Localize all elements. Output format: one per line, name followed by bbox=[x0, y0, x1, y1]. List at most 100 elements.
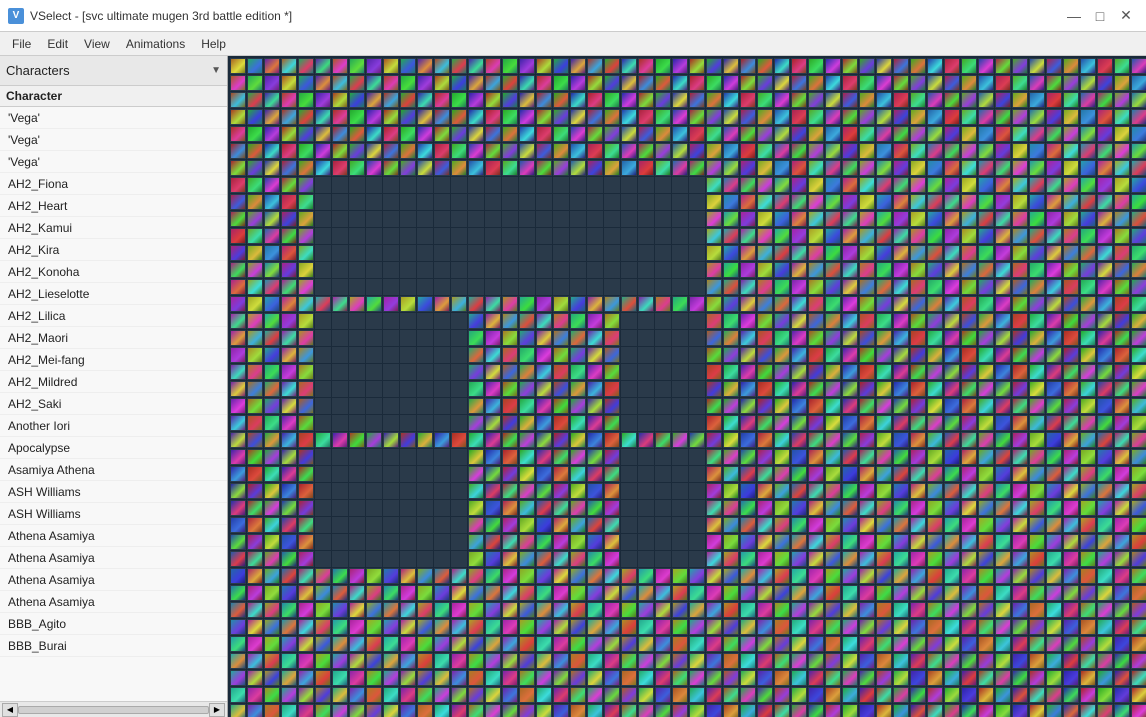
grid-cell[interactable] bbox=[638, 534, 654, 550]
grid-cell[interactable] bbox=[349, 415, 365, 431]
grid-cell[interactable] bbox=[485, 228, 501, 244]
grid-cell[interactable] bbox=[417, 432, 433, 448]
grid-cell[interactable] bbox=[638, 449, 654, 465]
grid-cell[interactable] bbox=[740, 585, 756, 601]
grid-cell[interactable] bbox=[536, 92, 552, 108]
grid-cell[interactable] bbox=[961, 364, 977, 380]
grid-cell[interactable] bbox=[1029, 636, 1045, 652]
grid-cell[interactable] bbox=[230, 517, 246, 533]
grid-cell[interactable] bbox=[349, 398, 365, 414]
grid-cell[interactable] bbox=[1063, 415, 1079, 431]
grid-cell[interactable] bbox=[383, 398, 399, 414]
grid-cell[interactable] bbox=[689, 670, 705, 686]
grid-cell[interactable] bbox=[944, 143, 960, 159]
grid-cell[interactable] bbox=[944, 58, 960, 74]
grid-cell[interactable] bbox=[366, 517, 382, 533]
grid-cell[interactable] bbox=[876, 75, 892, 91]
grid-cell[interactable] bbox=[995, 313, 1011, 329]
grid-cell[interactable] bbox=[655, 381, 671, 397]
grid-cell[interactable] bbox=[604, 687, 620, 703]
grid-cell[interactable] bbox=[502, 177, 518, 193]
grid-cell[interactable] bbox=[978, 228, 994, 244]
grid-cell[interactable] bbox=[383, 585, 399, 601]
grid-cell[interactable] bbox=[689, 364, 705, 380]
grid-cell[interactable] bbox=[621, 636, 637, 652]
grid-cell[interactable] bbox=[808, 483, 824, 499]
grid-cell[interactable] bbox=[876, 670, 892, 686]
grid-cell[interactable] bbox=[655, 313, 671, 329]
grid-cell[interactable] bbox=[349, 551, 365, 567]
grid-cell[interactable] bbox=[944, 177, 960, 193]
grid-cell[interactable] bbox=[1046, 585, 1062, 601]
grid-cell[interactable] bbox=[655, 585, 671, 601]
grid-cell[interactable] bbox=[910, 160, 926, 176]
grid-cell[interactable] bbox=[672, 466, 688, 482]
grid-cell[interactable] bbox=[791, 670, 807, 686]
grid-cell[interactable] bbox=[1131, 126, 1146, 142]
grid-cell[interactable] bbox=[468, 143, 484, 159]
grid-cell[interactable] bbox=[1114, 245, 1130, 261]
grid-cell[interactable] bbox=[927, 568, 943, 584]
grid-cell[interactable] bbox=[468, 228, 484, 244]
grid-cell[interactable] bbox=[927, 687, 943, 703]
grid-cell[interactable] bbox=[570, 194, 586, 210]
grid-cell[interactable] bbox=[281, 177, 297, 193]
grid-cell[interactable] bbox=[927, 347, 943, 363]
grid-cell[interactable] bbox=[859, 296, 875, 312]
grid-cell[interactable] bbox=[978, 432, 994, 448]
grid-cell[interactable] bbox=[689, 245, 705, 261]
grid-cell[interactable] bbox=[502, 653, 518, 669]
grid-cell[interactable] bbox=[757, 126, 773, 142]
grid-cell[interactable] bbox=[451, 687, 467, 703]
grid-cell[interactable] bbox=[502, 483, 518, 499]
grid-cell[interactable] bbox=[366, 466, 382, 482]
grid-cell[interactable] bbox=[842, 126, 858, 142]
grid-cell[interactable] bbox=[638, 126, 654, 142]
grid-cell[interactable] bbox=[298, 313, 314, 329]
grid-cell[interactable] bbox=[1046, 449, 1062, 465]
grid-cell[interactable] bbox=[434, 194, 450, 210]
grid-cell[interactable] bbox=[281, 619, 297, 635]
grid-cell[interactable] bbox=[264, 568, 280, 584]
grid-cell[interactable] bbox=[1114, 228, 1130, 244]
grid-cell[interactable] bbox=[485, 568, 501, 584]
grid-cell[interactable] bbox=[519, 177, 535, 193]
grid-cell[interactable] bbox=[247, 381, 263, 397]
grid-cell[interactable] bbox=[757, 160, 773, 176]
grid-cell[interactable] bbox=[689, 398, 705, 414]
scroll-left-button[interactable]: ◀ bbox=[2, 703, 18, 717]
grid-cell[interactable] bbox=[298, 568, 314, 584]
grid-cell[interactable] bbox=[383, 466, 399, 482]
grid-cell[interactable] bbox=[604, 670, 620, 686]
grid-cell[interactable] bbox=[451, 92, 467, 108]
grid-cell[interactable] bbox=[315, 143, 331, 159]
grid-cell[interactable] bbox=[910, 330, 926, 346]
grid-cell[interactable] bbox=[315, 653, 331, 669]
grid-cell[interactable] bbox=[434, 75, 450, 91]
grid-cell[interactable] bbox=[264, 194, 280, 210]
grid-cell[interactable] bbox=[689, 602, 705, 618]
grid-cell[interactable] bbox=[332, 619, 348, 635]
grid-cell[interactable] bbox=[842, 262, 858, 278]
grid-cell[interactable] bbox=[366, 687, 382, 703]
grid-cell[interactable] bbox=[553, 432, 569, 448]
grid-cell[interactable] bbox=[842, 143, 858, 159]
grid-cell[interactable] bbox=[332, 687, 348, 703]
grid-cell[interactable] bbox=[366, 347, 382, 363]
grid-cell[interactable] bbox=[1131, 330, 1146, 346]
grid-cell[interactable] bbox=[536, 534, 552, 550]
grid-cell[interactable] bbox=[825, 500, 841, 516]
grid-cell[interactable] bbox=[468, 126, 484, 142]
grid-cell[interactable] bbox=[961, 92, 977, 108]
grid-cell[interactable] bbox=[876, 211, 892, 227]
grid-cell[interactable] bbox=[910, 228, 926, 244]
grid-cell[interactable] bbox=[1063, 347, 1079, 363]
grid-cell[interactable] bbox=[757, 228, 773, 244]
grid-cell[interactable] bbox=[400, 313, 416, 329]
grid-cell[interactable] bbox=[485, 347, 501, 363]
grid-cell[interactable] bbox=[383, 415, 399, 431]
grid-cell[interactable] bbox=[349, 330, 365, 346]
grid-cell[interactable] bbox=[1046, 398, 1062, 414]
grid-cell[interactable] bbox=[604, 160, 620, 176]
grid-cell[interactable] bbox=[604, 483, 620, 499]
